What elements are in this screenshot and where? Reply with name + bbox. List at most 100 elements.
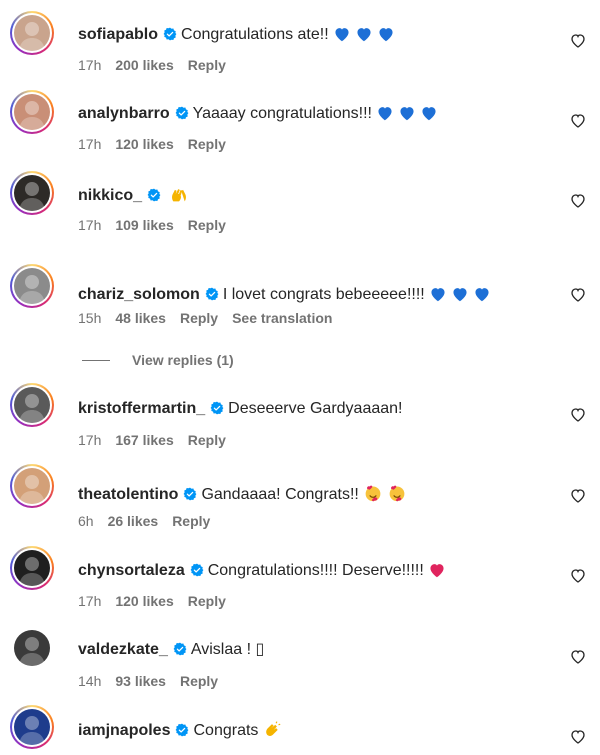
comment-line: valdezkate_ Avislaa ! ▯ (78, 640, 560, 662)
reply-button[interactable]: Reply (188, 57, 226, 73)
avatar-photo (14, 468, 50, 504)
comment-username[interactable]: chynsortaleza (78, 562, 185, 579)
avatar-frame (12, 385, 52, 425)
avatar[interactable] (10, 90, 54, 134)
verified-badge-icon (210, 401, 224, 421)
likes-count-button[interactable]: 167 likes (115, 432, 173, 448)
reply-button[interactable]: Reply (172, 513, 210, 529)
avatar-frame (12, 466, 52, 506)
comment-username[interactable]: chariz_solomon (78, 286, 200, 303)
likes-count-button[interactable]: 120 likes (115, 593, 173, 609)
likes-count-button[interactable]: 109 likes (115, 217, 173, 233)
likes-count-button[interactable]: 26 likes (108, 513, 159, 529)
like-heart-icon[interactable] (570, 33, 586, 49)
reply-button[interactable]: Reply (188, 432, 226, 448)
comment-text: Congratulations ate!! (181, 26, 329, 43)
comment-line: sofiapablo Congratulations ate!! (78, 25, 560, 48)
comment-time: 6h (78, 513, 94, 529)
reply-button[interactable]: Reply (180, 310, 218, 326)
comment-username[interactable]: nikkico_ (78, 187, 142, 204)
likes-count-button[interactable]: 93 likes (115, 673, 166, 689)
avatar[interactable] (10, 171, 54, 215)
avatar[interactable] (10, 546, 54, 590)
reply-button[interactable]: Reply (188, 593, 226, 609)
verified-badge-icon (190, 563, 204, 583)
comment-username[interactable]: iamjnapoles (78, 722, 170, 739)
blue-heart-emoji-icon (377, 26, 395, 48)
reply-button[interactable]: Reply (188, 136, 226, 152)
blue-heart-emoji-icon (429, 286, 447, 308)
smiling-hearts-emoji-icon (363, 484, 383, 508)
like-heart-icon[interactable] (570, 568, 586, 584)
likes-count-button[interactable]: 200 likes (115, 57, 173, 73)
comment-line: chynsortaleza Congratulations!!!! Deserve… (78, 561, 560, 584)
comment-time: 17h (78, 432, 102, 448)
likes-count-button[interactable]: 120 likes (115, 136, 173, 152)
comment-username[interactable]: sofiapablo (78, 26, 158, 43)
comment-line: kristoffermartin_ Deseeerve Gardyaaaan! (78, 399, 560, 421)
blue-heart-emoji-icon (355, 26, 373, 48)
avatar-photo (14, 550, 50, 586)
blue-heart-emoji-icon (333, 26, 351, 48)
avatar[interactable] (10, 11, 54, 55)
comment-line: iamjnapoles Congrats (78, 720, 560, 744)
avatar-frame (12, 13, 52, 53)
comment-text: Congratulations!!!! Deserve!!!!! (207, 562, 424, 579)
avatar-photo (14, 15, 50, 51)
verified-badge-icon (147, 188, 161, 208)
likes-count-button[interactable]: 48 likes (115, 310, 166, 326)
like-heart-icon[interactable] (570, 193, 586, 209)
verified-badge-icon (183, 487, 197, 507)
like-heart-icon[interactable] (570, 488, 586, 504)
like-heart-icon[interactable] (570, 287, 586, 303)
comment-username[interactable]: theatolentino (78, 486, 178, 503)
blue-heart-emoji-icon (473, 286, 491, 308)
like-heart-icon[interactable] (570, 407, 586, 423)
comment-meta: 17h 200 likes Reply (78, 56, 240, 74)
comment-meta: 17h 120 likes Reply (78, 592, 240, 610)
comment-username[interactable]: analynbarro (78, 105, 170, 122)
like-heart-icon[interactable] (570, 113, 586, 129)
comment-time: 17h (78, 593, 102, 609)
see-translation-button[interactable]: See translation (232, 310, 332, 326)
blue-heart-emoji-icon (398, 105, 416, 127)
view-replies-label: View replies (1) (132, 352, 234, 368)
like-heart-icon[interactable] (570, 649, 586, 665)
reply-button[interactable]: Reply (180, 673, 218, 689)
view-replies-button[interactable]: View replies (1) (82, 350, 234, 370)
comment-text: Deseeerve Gardyaaaan! (228, 400, 403, 417)
verified-badge-icon (175, 106, 189, 126)
comment-text: Congrats (193, 722, 259, 739)
comment-time: 15h (78, 310, 102, 326)
avatar-frame (12, 548, 52, 588)
verified-badge-icon (163, 27, 177, 47)
comment-meta: 17h 109 likes Reply (78, 216, 240, 234)
verified-badge-icon (173, 642, 187, 662)
avatar[interactable] (10, 626, 54, 670)
comment-line: theatolentino Gandaaaa! Congrats!! (78, 484, 560, 508)
comment-time: 17h (78, 57, 102, 73)
avatar[interactable] (10, 264, 54, 308)
avatar[interactable] (10, 464, 54, 508)
comment-meta: 17h 120 likes Reply (78, 135, 240, 153)
blue-heart-emoji-icon (420, 105, 438, 127)
comment-time: 14h (78, 673, 102, 689)
comment-time: 17h (78, 217, 102, 233)
comment-meta: 15h 48 likes Reply See translation (78, 309, 346, 327)
raising-hands-emoji-icon (169, 185, 189, 209)
comment-text: I lovet congrats bebeeeee!!!! (222, 286, 425, 303)
avatar-frame (12, 92, 52, 132)
avatar-frame (12, 173, 52, 213)
avatar-photo (14, 709, 50, 745)
comment-username[interactable]: kristoffermartin_ (78, 400, 205, 417)
comment-meta: 6h 26 likes Reply (78, 512, 224, 530)
avatar-frame (12, 266, 52, 306)
comment-line: analynbarro Yaaaay congratulations!!! (78, 104, 560, 127)
comment-username[interactable]: valdezkate_ (78, 641, 168, 658)
reply-button[interactable]: Reply (188, 217, 226, 233)
comment-meta: 14h 93 likes Reply (78, 672, 232, 690)
avatar[interactable] (10, 383, 54, 427)
like-heart-icon[interactable] (570, 729, 586, 745)
avatar-frame (12, 707, 52, 747)
avatar[interactable] (10, 705, 54, 749)
